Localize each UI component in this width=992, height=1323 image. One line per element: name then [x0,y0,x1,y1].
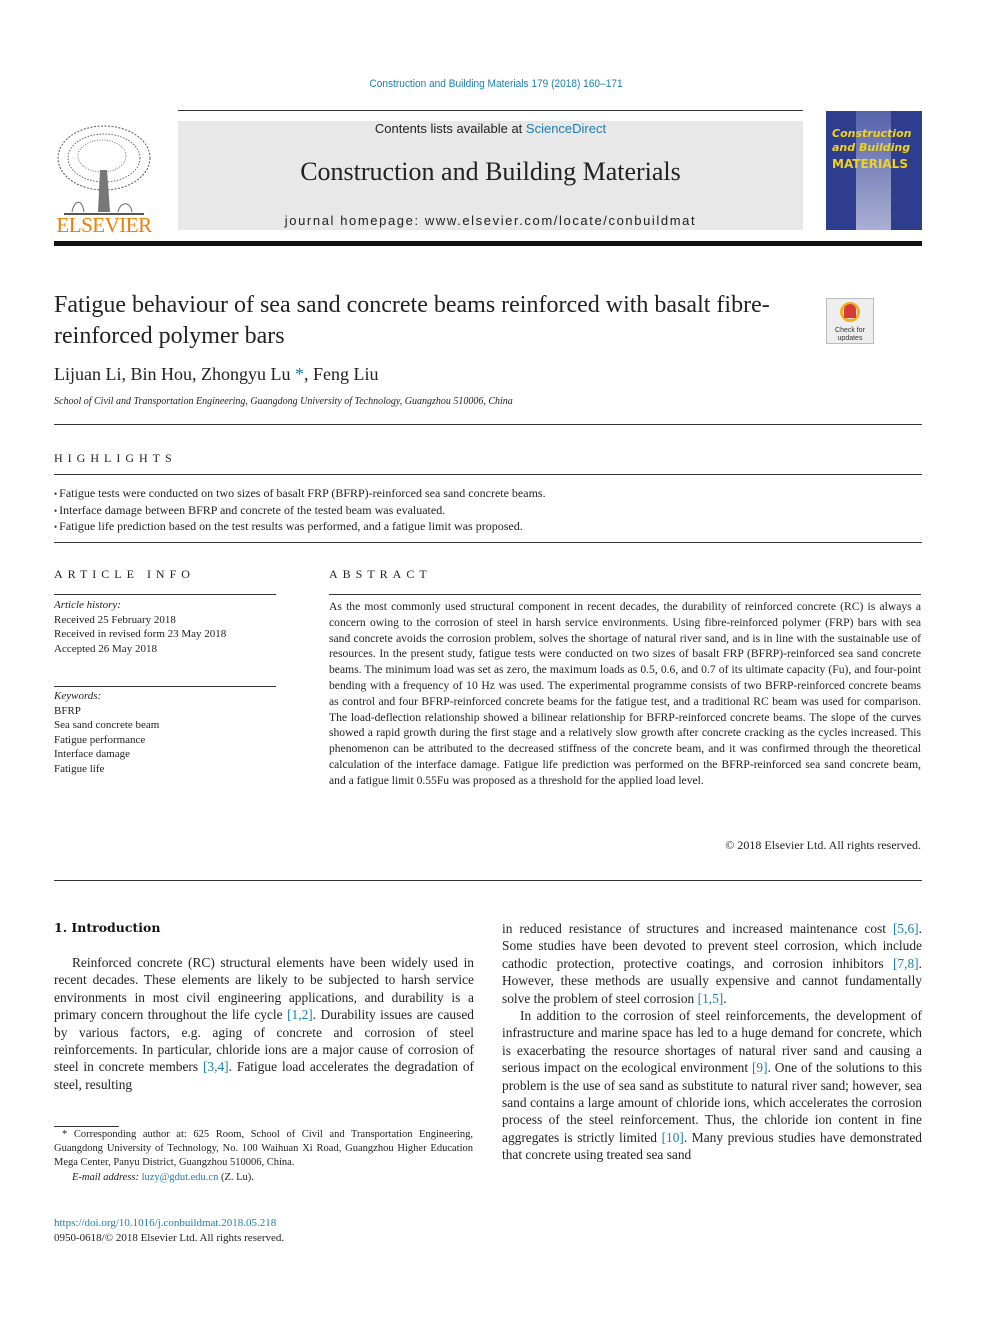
highlight-item: Interface damage between BFRP and concre… [54,503,546,520]
body-divider [54,880,922,881]
check-for-updates-label: Check for updates [835,327,865,342]
article-history-label: Article history: [54,599,121,611]
journal-banner: Contents lists available at ScienceDirec… [178,121,803,230]
issn-copyright: 0950-0618/© 2018 Elsevier Ltd. All right… [54,1231,285,1244]
abstract-text: As the most commonly used structural com… [329,600,921,787]
journal-citation-link[interactable]: Construction and Building Materials 179 … [40,78,953,90]
section-divider [54,424,922,425]
keyword-item: Fatigue life [54,762,105,775]
paragraph: Reinforced concrete (RC) structural elem… [54,955,475,1092]
article-info-rule [54,594,276,595]
check-for-updates-button[interactable]: Check for updates [826,298,874,344]
reference-link[interactable]: [5,6] [893,921,919,936]
highlights-heading: HIGHLIGHTS [54,451,177,465]
header-thick-rule [54,241,922,246]
sciencedirect-link[interactable]: ScienceDirect [526,121,606,136]
keyword-item: Interface damage [54,748,131,760]
journal-homepage-link[interactable]: journal homepage: www.elsevier.com/locat… [178,213,803,228]
cover-materials: MATERIALS [832,157,908,171]
cover-title: Construction and Building [832,127,912,154]
body-left-column: Reinforced concrete (RC) structural elem… [54,954,474,1093]
keywords: Keywords: BFRP Sea sand concrete beam Fa… [54,689,276,776]
journal-cover-thumbnail[interactable]: Construction and Building MATERIALS [826,111,922,230]
reference-link[interactable]: [10] [662,1130,684,1145]
keywords-rule [54,686,276,687]
highlight-item: Fatigue tests were conducted on two size… [54,486,545,503]
article-info-heading: ARTICLE INFO [54,567,195,581]
paragraph: In addition to the corrosion of steel re… [502,1008,922,1163]
article-history: Article history: Received 25 February 20… [54,598,276,656]
contents-available-text: Contents lists available at ScienceDirec… [374,121,607,136]
journal-title: Construction and Building Materials [300,157,681,186]
abstract-rule [329,594,921,595]
history-item: Received in revised form 23 May 2018 [54,628,227,640]
abstract-copyright: © 2018 Elsevier Ltd. All rights reserved… [725,838,921,852]
affiliation: School of Civil and Transportation Engin… [54,396,513,407]
highlights-rule-top [54,474,922,475]
reference-link[interactable]: [7,8] [893,956,919,971]
footnote-rule [54,1126,119,1127]
paragraph: in reduced resistance of structures and … [502,921,922,1006]
corresponding-author-note: * Corresponding author at: 625 Room, Sch… [54,1129,473,1169]
history-item: Received 25 February 2018 [54,613,176,626]
doi-link[interactable]: https://doi.org/10.1016/j.conbuildmat.20… [54,1217,276,1229]
keyword-item: Sea sand concrete beam [54,719,160,731]
doi-block: https://doi.org/10.1016/j.conbuildmat.20… [54,1216,284,1245]
keywords-label: Keywords: [54,690,102,702]
highlights-list: Fatigue tests were conducted on two size… [54,486,546,536]
reference-link[interactable]: [1,5] [698,991,724,1006]
reference-link[interactable]: [9] [752,1060,768,1075]
introduction-heading: 1. Introduction [54,920,161,935]
abstract-heading: ABSTRACT [329,567,432,581]
email-link[interactable]: luzy@gdut.edu.cn [142,1172,219,1183]
article-title: Fatigue behaviour of sea sand concrete b… [54,292,770,349]
history-item: Accepted 26 May 2018 [54,642,157,655]
keyword-item: BFRP [54,704,81,717]
tree-icon [57,125,151,215]
elsevier-wordmark: ELSEVIER [56,213,152,237]
elsevier-logo[interactable]: ELSEVIER [54,120,154,237]
keyword-item: Fatigue performance [54,733,146,746]
email-line: E-mail address: luzy@gdut.edu.cn (Z. Lu)… [72,1171,254,1183]
highlight-item: Fatigue life prediction based on the tes… [54,519,546,536]
reference-link[interactable]: [3,4] [203,1059,229,1074]
corresponding-author-mark[interactable]: * [295,364,304,384]
header-rule [178,110,803,111]
footnote: * Corresponding author at: 625 Room, Sch… [54,1128,473,1185]
highlights-rule-bottom [54,542,922,543]
body-right-column: in reduced resistance of structures and … [502,920,922,1164]
reference-link[interactable]: [1,2] [287,1007,313,1022]
author-list: Lijuan Li, Bin Hou, Zhongyu Lu *, Feng L… [54,364,379,384]
bookmark-icon [844,304,856,318]
